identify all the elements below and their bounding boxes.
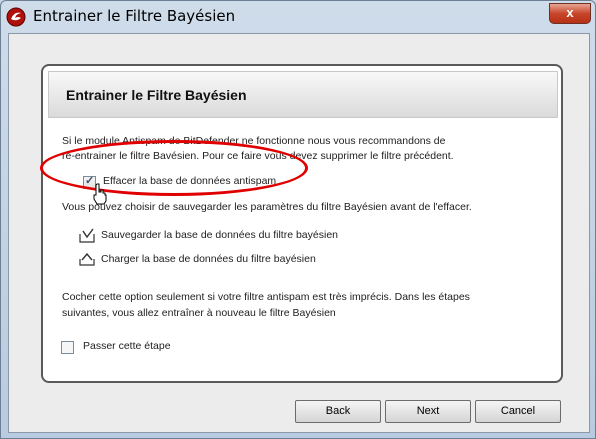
highlight-ellipse (40, 140, 308, 196)
window-title: Entrainer le Filtre Bayésien (33, 7, 236, 25)
load-database-link[interactable]: Charger la base de données du filtre bay… (101, 252, 316, 267)
next-button[interactable]: Next (385, 400, 471, 423)
load-database-icon[interactable] (78, 251, 96, 267)
cancel-button[interactable]: Cancel (475, 400, 561, 423)
panel-header: Entrainer le Filtre Bayésien (48, 71, 558, 118)
skip-step-label[interactable]: Passer cette étape (83, 339, 171, 354)
hand-cursor-icon (93, 183, 107, 205)
title-bar[interactable]: Entrainer le Filtre Bayésien x (1, 1, 595, 33)
content-panel: Entrainer le Filtre Bayésien Si le modul… (41, 64, 563, 383)
skip-step-checkbox[interactable] (61, 341, 74, 354)
bitdefender-logo-icon (6, 7, 26, 27)
dialog-client-area: Entrainer le Filtre Bayésien Si le modul… (8, 33, 590, 433)
save-database-link[interactable]: Sauvegarder la base de données du filtre… (101, 228, 338, 243)
panel-title: Entrainer le Filtre Bayésien (66, 87, 247, 103)
close-button[interactable]: x (549, 3, 591, 24)
dialog-window: Entrainer le Filtre Bayésien x Entrainer… (0, 0, 596, 439)
note-text-line-1: Cocher cette option seulement si votre f… (62, 291, 470, 303)
save-hint-text: Vous pouvez choisir de sauvegarder les p… (62, 201, 472, 213)
save-database-icon[interactable] (78, 228, 96, 244)
note-text-line-2: suivantes, vous allez entraîner à nouvea… (62, 307, 336, 319)
back-button[interactable]: Back (295, 400, 381, 423)
close-icon: x (566, 5, 574, 20)
